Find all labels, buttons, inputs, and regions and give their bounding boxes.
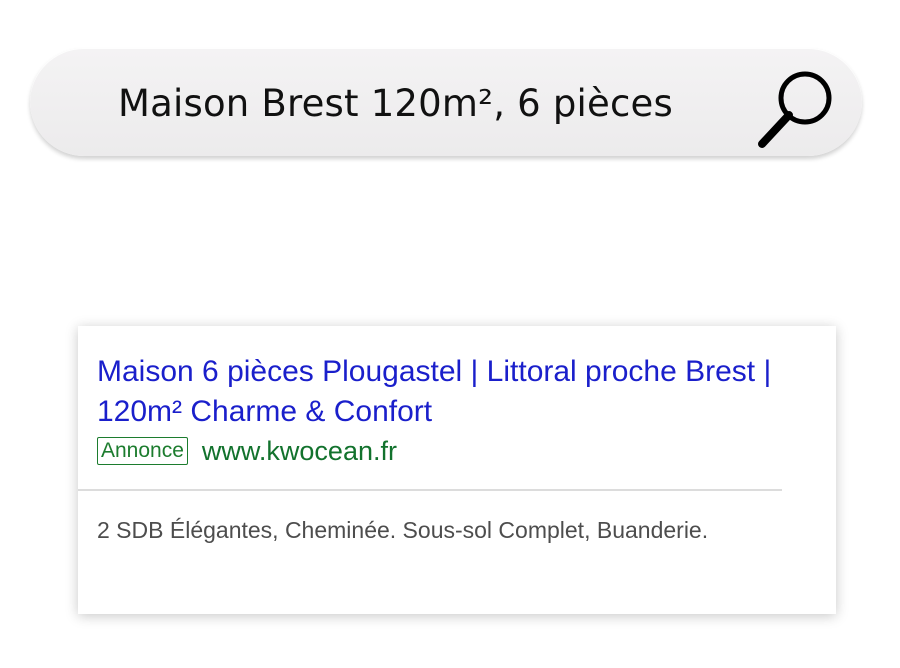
ad-badge: Annonce (97, 437, 188, 465)
ad-title-link[interactable]: Maison 6 pièces Plougastel | Littoral pr… (97, 352, 787, 432)
search-query[interactable]: Maison Brest 120m², 6 pièces (118, 82, 673, 126)
search-ad-card: Maison 6 pièces Plougastel | Littoral pr… (78, 326, 836, 614)
divider (78, 489, 782, 491)
ad-url-link[interactable]: www.kwocean.fr (202, 435, 397, 467)
search-icon[interactable] (750, 58, 846, 154)
ad-description: 2 SDB Élégantes, Cheminée. Sous-sol Comp… (97, 517, 709, 543)
search-bar[interactable]: Maison Brest 120m², 6 pièces (30, 48, 862, 156)
ad-meta-row: Annonce www.kwocean.fr (97, 434, 397, 468)
